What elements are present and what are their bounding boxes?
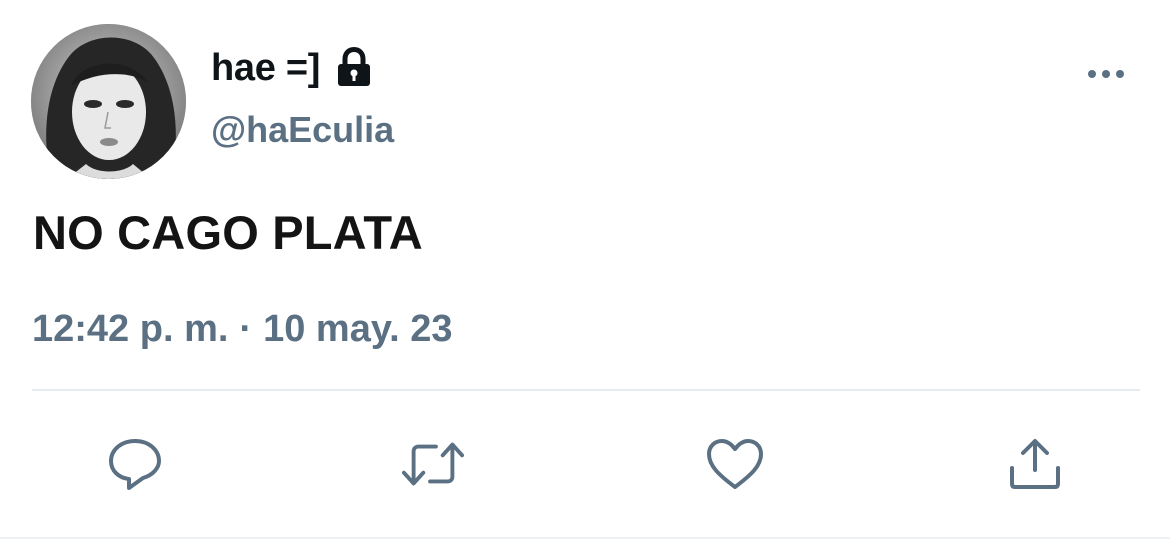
- author-name-row: hae =]: [211, 40, 374, 96]
- avatar-photo: [31, 24, 186, 179]
- tweet-card: hae =] @haEculia NO CAGO PLATA 12:42 p. …: [0, 0, 1170, 555]
- retweet-icon: [401, 442, 465, 486]
- like-button[interactable]: [703, 432, 767, 496]
- retweet-button[interactable]: [401, 432, 465, 496]
- bottom-divider: [0, 537, 1170, 539]
- divider: [32, 389, 1140, 391]
- timestamp[interactable]: 12:42 p. m. · 10 may. 23: [32, 308, 453, 351]
- tweet-date: 10 may. 23: [263, 308, 453, 350]
- display-name[interactable]: hae =]: [211, 47, 320, 90]
- more-options-button[interactable]: [1082, 58, 1130, 90]
- share-button[interactable]: [1003, 432, 1067, 496]
- timestamp-separator: ·: [239, 308, 253, 350]
- heart-icon: [707, 439, 763, 489]
- user-handle[interactable]: @haEculia: [211, 109, 394, 151]
- more-horizontal-icon: [1088, 70, 1124, 78]
- share-icon: [1010, 439, 1060, 489]
- avatar[interactable]: [31, 24, 186, 179]
- lock-icon: [334, 46, 374, 90]
- reply-icon: [109, 439, 161, 490]
- tweet-time: 12:42 p. m.: [32, 308, 229, 350]
- reply-button[interactable]: [103, 432, 167, 496]
- tweet-text: NO CAGO PLATA: [33, 206, 423, 259]
